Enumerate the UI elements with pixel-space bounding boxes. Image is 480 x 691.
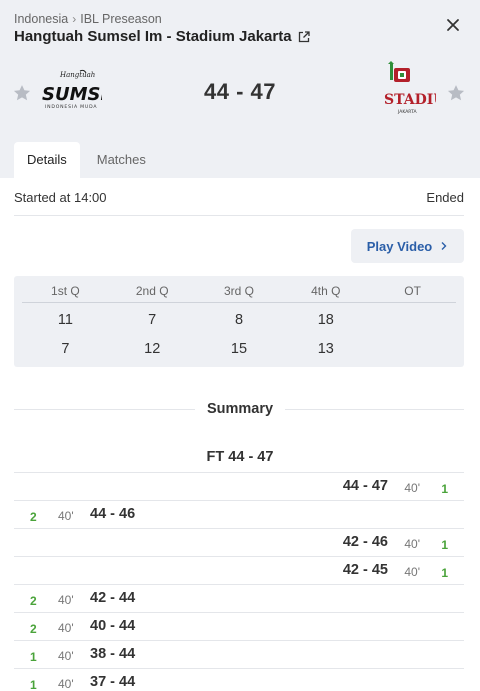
event-minute: 40' <box>58 593 74 607</box>
home-quarter-score <box>369 309 456 331</box>
event-points: 2 <box>30 594 37 608</box>
event-points: 2 <box>30 510 37 524</box>
away-logo-wordmark: STADIUM <box>384 92 436 108</box>
quarter-header: 2nd Q <box>135 284 169 298</box>
summary-heading: Summary <box>0 401 480 417</box>
quarter-header: 3rd Q <box>223 284 254 298</box>
match-header: Indonesia › IBL Preseason Hangtuah Sumse… <box>0 0 480 178</box>
match-status-row: Started at 14:00 Ended <box>14 190 464 216</box>
home-quarter-score: 7 <box>148 312 157 328</box>
scoring-event: 1 40' 37 - 44 <box>14 668 464 691</box>
event-minute: 40' <box>404 481 420 495</box>
match-state: Ended <box>426 190 464 205</box>
away-quarter-row: 7 12 15 13 <box>14 338 464 360</box>
play-video-button[interactable]: Play Video <box>351 229 464 263</box>
scoring-event: 2 40' 42 - 44 <box>14 584 464 612</box>
scoring-event: 1 40' 38 - 44 <box>14 640 464 668</box>
event-minute: 40' <box>58 677 74 691</box>
start-time: Started at 14:00 <box>14 190 107 205</box>
event-score: 38 - 44 <box>90 646 136 662</box>
quarter-header: OT <box>404 284 421 298</box>
chevron-right-icon <box>441 242 447 250</box>
home-quarter-score: 8 <box>234 312 244 328</box>
match-title-text: Hangtuah Sumsel Im - Stadium Jakarta <box>14 28 292 45</box>
breadcrumb-country[interactable]: Indonesia <box>14 12 68 26</box>
event-score: 44 - 47 <box>342 478 388 494</box>
tab-bar: Details Matches <box>14 142 163 178</box>
breadcrumb-competition[interactable]: IBL Preseason <box>80 12 162 26</box>
quarter-header-row: 1st Q 2nd Q 3rd Q 4th Q OT <box>14 280 464 303</box>
event-minute: 40' <box>58 509 74 523</box>
external-link-icon[interactable] <box>298 30 310 43</box>
tab-matches[interactable]: Matches <box>84 142 159 178</box>
event-minute: 40' <box>404 537 420 551</box>
event-score: 42 - 46 <box>342 534 388 550</box>
final-score: FT 44 - 47 <box>206 449 274 465</box>
scoring-event: 42 - 46 40' 1 <box>14 528 464 556</box>
event-points: 1 <box>441 482 448 496</box>
scoring-event: 42 - 45 40' 1 <box>14 556 464 584</box>
event-minute: 40' <box>58 621 74 635</box>
play-video-label: Play Video <box>366 238 433 254</box>
event-points: 1 <box>441 538 448 552</box>
breadcrumb: Indonesia › IBL Preseason <box>14 12 162 26</box>
event-points: 1 <box>441 566 448 580</box>
event-score: 37 - 44 <box>90 674 136 690</box>
scoring-events-list: 44 - 47 40' 1 2 40' 44 - 46 42 - 46 40' … <box>14 472 464 691</box>
away-quarter-score <box>369 338 456 360</box>
event-minute: 40' <box>58 649 74 663</box>
quarter-header: 4th Q <box>311 284 341 298</box>
summary-heading-text: Summary <box>194 401 286 417</box>
event-score: 44 - 46 <box>90 506 136 522</box>
home-quarter-score: 18 <box>317 312 334 328</box>
event-points: 1 <box>30 678 37 691</box>
event-score: 40 - 44 <box>90 618 136 634</box>
home-quarter-row: 11 7 8 18 <box>14 309 464 331</box>
scoring-event: 44 - 47 40' 1 <box>14 472 464 500</box>
match-title[interactable]: Hangtuah Sumsel Im - Stadium Jakarta <box>14 28 310 45</box>
event-minute: 40' <box>404 565 420 579</box>
scoring-event: 2 40' 44 - 46 <box>14 500 464 528</box>
quarter-scores-table: 1st Q 2nd Q 3rd Q 4th Q OT 11 7 8 18 7 1… <box>14 276 464 367</box>
tab-details[interactable]: Details <box>14 142 80 178</box>
home-logo-script: Hangtuah <box>59 71 95 79</box>
event-points: 2 <box>30 622 37 636</box>
away-quarter-score: 12 <box>144 341 161 357</box>
away-quarter-score: 7 <box>61 341 70 357</box>
away-logo-tagline: JAKARTA <box>397 109 417 115</box>
away-quarter-score: 15 <box>230 341 248 357</box>
event-score: 42 - 44 <box>90 590 136 606</box>
home-quarter-score: 11 <box>57 312 73 328</box>
close-button[interactable] <box>442 14 464 36</box>
away-quarter-score: 13 <box>317 341 334 357</box>
event-score: 42 - 45 <box>342 562 388 578</box>
away-team-logo[interactable]: STADIUM JAKARTA <box>380 60 436 120</box>
close-icon <box>447 19 459 31</box>
event-points: 1 <box>30 650 37 664</box>
breadcrumb-separator-icon: › <box>72 12 77 26</box>
quarter-header: 1st Q <box>51 284 80 298</box>
scoring-event: 2 40' 40 - 44 <box>14 612 464 640</box>
